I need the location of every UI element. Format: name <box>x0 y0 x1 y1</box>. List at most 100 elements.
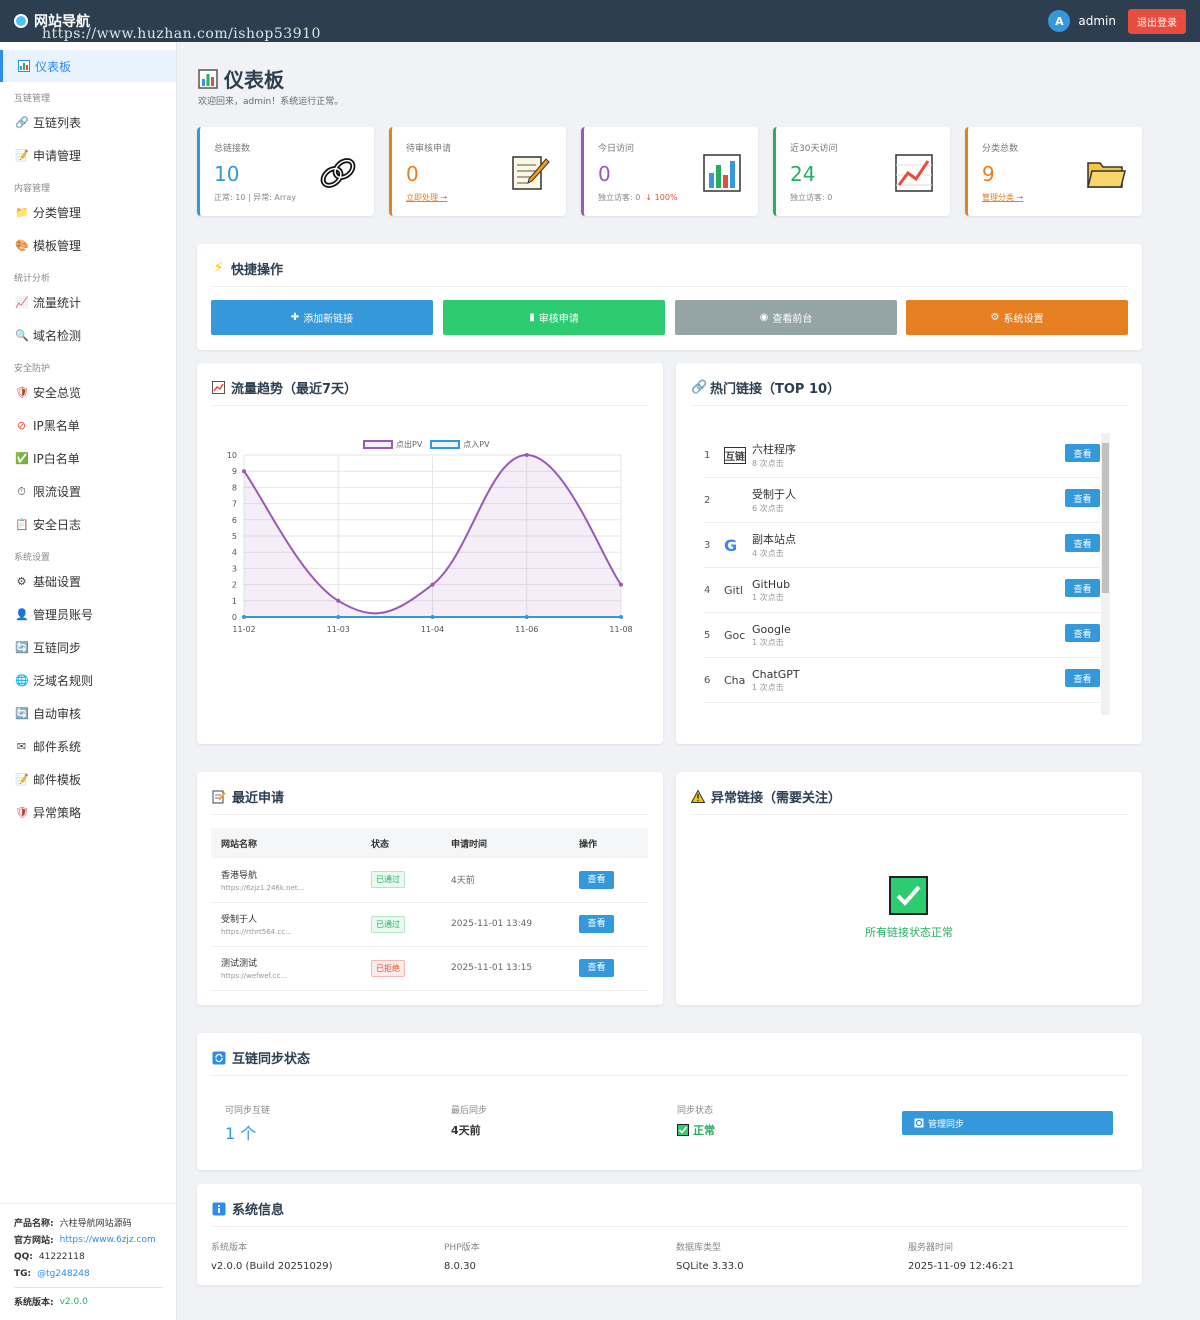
traffic-trend-card: 流量趋势（最近7天） 点出PV 点入PV 0 1 2 3 4 5 6 7 8 9 10 11-02 11… <box>197 363 663 744</box>
sync-label: 可同步互链 <box>225 1106 271 1116</box>
sidebar-item[interactable]: ✉ 邮件系统 <box>0 730 176 763</box>
version-value: v2.0.0 <box>59 1296 88 1307</box>
memo-icon: 📝 <box>15 149 29 162</box>
site-name[interactable]: 受制于人 <box>752 486 796 502</box>
hot-link-row: 1 互链 六柱程序 8 次点击 查看 <box>704 433 1100 478</box>
gear-icon: ⚙ <box>990 312 1000 323</box>
data-point[interactable] <box>430 582 435 587</box>
scrollbar[interactable] <box>1101 433 1110 715</box>
view-button[interactable]: 查看 <box>1065 579 1100 597</box>
gear-icon: ⚙ <box>16 575 27 588</box>
sidebar-item-label: 域名检测 <box>33 329 82 343</box>
data-point[interactable] <box>619 615 623 619</box>
sidebar-item[interactable]: 🎨 模板管理 <box>0 229 176 262</box>
page-title: 仪表板 <box>198 64 284 93</box>
view-button[interactable]: 查看 <box>1065 624 1100 642</box>
y-tick-label: 8 <box>232 483 237 492</box>
sidebar-item-dashboard[interactable]: 仪表板 <box>0 50 176 82</box>
data-point[interactable] <box>336 615 341 619</box>
sidebar-item-label: 限流设置 <box>33 485 82 499</box>
view-button[interactable]: 查看 <box>579 959 614 977</box>
sync-icon <box>914 1118 924 1128</box>
sidebar-item-label: 仪表板 <box>35 59 72 74</box>
sidebar-item[interactable]: 🛡 安全总览 <box>0 376 176 409</box>
view-button[interactable]: 查看 <box>1065 444 1100 462</box>
view-button[interactable]: 查看 <box>1065 489 1100 507</box>
sidebar-item[interactable]: 🔄 自动审核 <box>0 697 176 730</box>
add-link-button[interactable]: ✚ 添加新链接 <box>211 300 433 335</box>
manage-categories-link[interactable]: 管理分类 → <box>982 193 1023 202</box>
scrollbar-thumb[interactable] <box>1102 443 1109 593</box>
info-value: 2025-11-09 12:46:21 <box>908 1261 1015 1272</box>
card-title-text: 热门链接（TOP 10） <box>710 382 841 397</box>
sidebar-item-label: 泛域名规则 <box>33 674 94 688</box>
data-point[interactable] <box>430 615 435 619</box>
sync-label: 最后同步 <box>451 1106 488 1116</box>
sidebar-item[interactable]: 📈 流量统计 <box>0 286 176 319</box>
sys-version: 系统版本 v2.0.0 (Build 20251029) <box>211 1240 333 1272</box>
button-label: 系统设置 <box>1003 314 1044 325</box>
data-point[interactable] <box>619 582 623 587</box>
view-frontend-button[interactable]: ◉ 查看前台 <box>675 300 897 335</box>
hot-link-row: 3 G 副本站点 4 次点击 查看 <box>704 523 1100 568</box>
data-point[interactable] <box>336 598 341 603</box>
sync-status-card: 互链同步状态 可同步互链 1 个 最后同步 4天前 同步状态 正常 管理同步 <box>197 1033 1142 1170</box>
data-point[interactable] <box>524 615 529 619</box>
site-name[interactable]: ChatGPT <box>752 668 800 681</box>
sidebar-item[interactable]: 🔄 互链同步 <box>0 631 176 664</box>
y-tick-label: 2 <box>232 581 237 590</box>
sidebar-item[interactable]: 📋 安全日志 <box>0 508 176 541</box>
sync-last: 最后同步 4天前 <box>451 1103 487 1138</box>
globe-icon: 🌐 <box>15 674 29 687</box>
sidebar-item-label: 互链列表 <box>33 116 82 130</box>
process-now-link[interactable]: 立即处理 → <box>406 193 447 202</box>
view-button[interactable]: 查看 <box>579 870 614 889</box>
column-header: 操作 <box>569 828 648 858</box>
sidebar-item[interactable]: 🛡 异常策略 <box>0 796 176 829</box>
document-icon: ▮ <box>529 312 535 323</box>
y-tick-label: 0 <box>232 613 237 622</box>
tg-link[interactable]: @tg248248 <box>37 1269 90 1279</box>
view-button[interactable]: 查看 <box>1065 669 1100 687</box>
manage-sync-button[interactable]: 管理同步 <box>902 1111 1113 1135</box>
hot-link-row: 4 Gitl GitHub 1 次点击 查看 <box>704 568 1100 613</box>
logout-button[interactable]: 退出登录 <box>1128 8 1186 34</box>
status-badge: 已通过 <box>371 915 405 933</box>
card-title-text: 异常链接（需要关注） <box>711 791 842 806</box>
site-name: 香港导航 <box>221 870 258 881</box>
site-label: 官方网站: <box>14 1236 54 1246</box>
site-name[interactable]: Google <box>752 623 791 636</box>
sidebar-item[interactable]: ✅ IP白名单 <box>0 442 176 475</box>
avatar[interactable]: A <box>1048 10 1071 32</box>
sidebar-item[interactable]: ⊘ IP黑名单 <box>0 409 176 442</box>
data-point[interactable] <box>524 453 529 457</box>
data-point[interactable] <box>242 615 246 619</box>
sidebar-item[interactable]: 🔗 互链列表 <box>0 106 176 139</box>
site-name[interactable]: 副本站点 <box>752 531 796 547</box>
rank: 1 <box>704 449 711 461</box>
site-logo: Gitl <box>724 583 743 597</box>
sidebar-item-label: 分类管理 <box>33 206 82 220</box>
view-button[interactable]: 查看 <box>579 915 614 933</box>
memo-icon: 📝 <box>15 773 29 786</box>
sidebar-item[interactable]: ⏱ 限流设置 <box>0 475 176 508</box>
sidebar-item[interactable]: 👤 管理员账号 <box>0 598 176 631</box>
site-name[interactable]: 六柱程序 <box>752 441 796 457</box>
review-applications-button[interactable]: ▮ 审核申请 <box>443 300 665 335</box>
sidebar-item[interactable]: 📁 分类管理 <box>0 196 176 229</box>
site-logo: Goc <box>724 628 746 642</box>
view-button[interactable]: 查看 <box>1065 534 1100 552</box>
sidebar-item[interactable]: 🔍 域名检测 <box>0 319 176 352</box>
sidebar-item[interactable]: 📝 邮件模板 <box>0 763 176 796</box>
link-icon: 🔗 <box>15 116 29 129</box>
stat-sub: 独立访客: 0 <box>598 193 641 202</box>
sidebar-item[interactable]: 🌐 泛域名规则 <box>0 664 176 697</box>
system-settings-button[interactable]: ⚙ 系统设置 <box>906 300 1128 335</box>
official-site-link[interactable]: https://www.6zjz.com <box>60 1235 156 1245</box>
sidebar-item[interactable]: 📝 申请管理 <box>0 139 176 172</box>
bar-chart-icon <box>703 154 741 192</box>
data-point[interactable] <box>242 469 246 474</box>
site-name[interactable]: GitHub <box>752 578 790 591</box>
qq-number: 41222118 <box>38 1251 85 1262</box>
sidebar-item[interactable]: ⚙ 基础设置 <box>0 565 176 598</box>
